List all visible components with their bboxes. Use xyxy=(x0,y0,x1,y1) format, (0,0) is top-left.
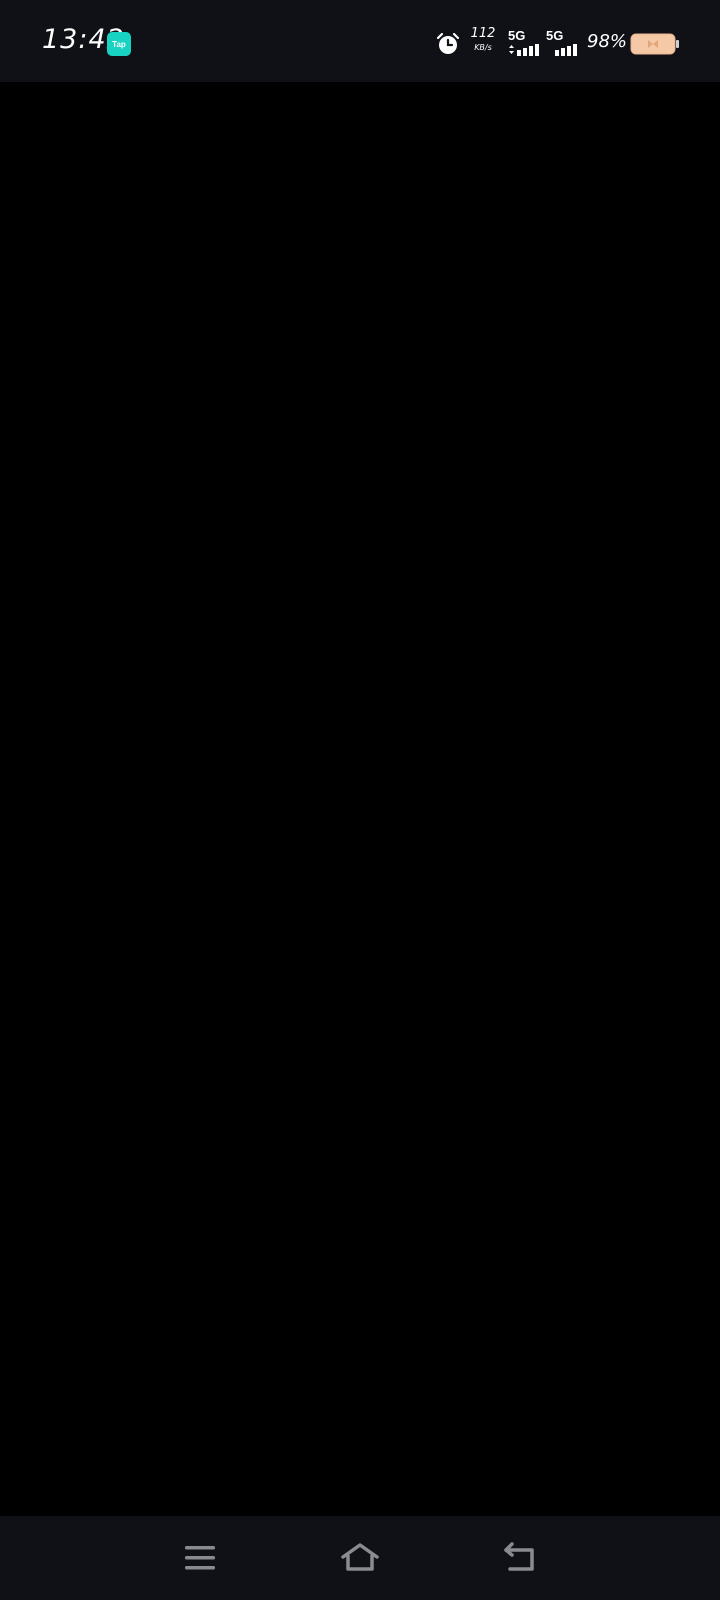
sim2-signal: 5G xyxy=(546,28,582,60)
battery-percent: 98% xyxy=(587,31,628,52)
sim1-network-type: 5G xyxy=(508,28,526,43)
status-bar: 13:42 Tap 112 KB/s 5G 5G 98% xyxy=(0,0,720,82)
home-icon xyxy=(341,1543,379,1571)
taptap-app-icon: Tap xyxy=(107,32,131,56)
signal-icon xyxy=(555,44,577,56)
alarm-icon xyxy=(436,32,460,54)
battery-icon xyxy=(630,33,679,55)
back-icon xyxy=(504,1542,534,1571)
navigation-bar xyxy=(0,1516,720,1600)
menu-icon xyxy=(185,1546,215,1570)
back-button[interactable] xyxy=(498,1536,542,1580)
sim2-network-type: 5G xyxy=(546,28,564,43)
network-speed: 112 KB/s xyxy=(468,27,498,52)
app-icon-label: Tap xyxy=(112,39,126,49)
screen: 13:42 Tap 112 KB/s 5G 5G 98% xyxy=(0,0,720,1600)
recent-apps-button[interactable] xyxy=(178,1536,222,1580)
signal-icon xyxy=(509,44,539,56)
sim1-signal: 5G xyxy=(508,28,544,60)
network-speed-value: 112 xyxy=(470,26,496,41)
home-button[interactable] xyxy=(338,1536,382,1580)
network-speed-unit: KB/s xyxy=(474,43,492,52)
